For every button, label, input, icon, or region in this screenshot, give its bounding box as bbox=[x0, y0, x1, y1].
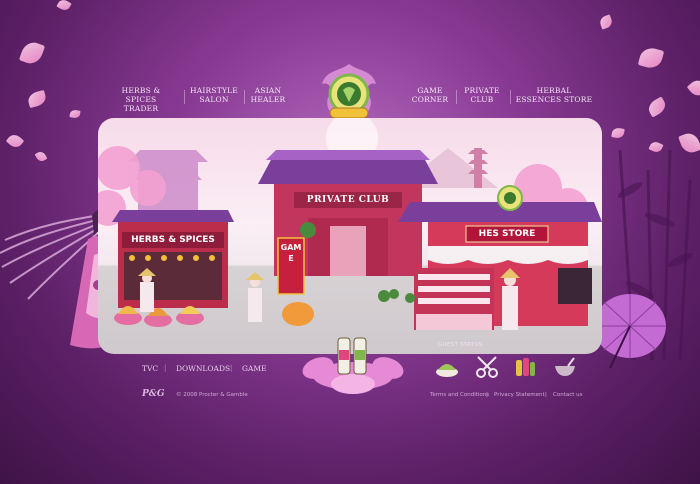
footer-link-downloads[interactable]: DOWNLOADS bbox=[176, 364, 230, 373]
privacy-link[interactable]: Privacy Statement bbox=[494, 392, 545, 398]
market-scene: PRIVATE CLUB HERBS & SPICES GAME HES STO… bbox=[98, 118, 602, 354]
footer-divider: | bbox=[486, 392, 488, 398]
product-flower-ornament[interactable] bbox=[298, 332, 408, 394]
scissors-icon[interactable] bbox=[474, 354, 500, 380]
page: HERBS & SPICES TRADER HAIRSTYLE SALON AS… bbox=[0, 0, 700, 484]
petal-decoration bbox=[611, 127, 625, 139]
petal-decoration bbox=[69, 109, 81, 119]
nav-private-club[interactable]: PRIVATE CLUB bbox=[462, 86, 502, 104]
nav-label: TRADER bbox=[123, 104, 159, 113]
nav-label: HAIRSTYLE bbox=[190, 86, 238, 95]
herbs-spices-sign[interactable]: HERBS & SPICES bbox=[122, 232, 224, 248]
nav-divider bbox=[244, 90, 245, 104]
private-club-sign[interactable]: PRIVATE CLUB bbox=[294, 192, 402, 208]
footer-link-game[interactable]: GAME bbox=[242, 364, 267, 373]
footer-divider: | bbox=[164, 364, 167, 372]
nav-label: HEALER bbox=[250, 95, 286, 104]
nav-label: ESSENCES STORE bbox=[515, 95, 593, 104]
petal-decoration bbox=[18, 39, 46, 67]
parasol-decoration bbox=[594, 294, 666, 368]
petal-decoration bbox=[686, 76, 700, 100]
game-sign[interactable]: GAME bbox=[278, 242, 304, 264]
nav-label: PRIVATE bbox=[464, 86, 500, 95]
nav-label: CLUB bbox=[470, 95, 494, 104]
petal-decoration bbox=[5, 131, 25, 151]
nav-label: SALON bbox=[199, 95, 229, 104]
petal-decoration bbox=[637, 45, 665, 71]
nav-herbs-spices-trader[interactable]: HERBS & SPICES TRADER bbox=[106, 86, 176, 113]
nav-label: GAME bbox=[417, 86, 443, 95]
nav-divider bbox=[510, 90, 511, 104]
footer-divider: | bbox=[230, 364, 233, 372]
nav-hairstyle-salon[interactable]: HAIRSTYLE SALON bbox=[188, 86, 240, 104]
petal-decoration bbox=[598, 14, 614, 30]
nav-label: HERBS & SPICES bbox=[121, 86, 161, 104]
mortar-bowl-icon[interactable] bbox=[552, 354, 578, 380]
petal-decoration bbox=[34, 149, 48, 164]
nav-divider bbox=[456, 90, 457, 104]
nav-herbal-essences-store[interactable]: HERBAL ESSENCES STORE bbox=[514, 86, 594, 104]
petal-decoration bbox=[645, 96, 669, 118]
nav-label: CORNER bbox=[411, 95, 449, 104]
herb-bowl-icon[interactable] bbox=[434, 354, 460, 380]
petal-decoration bbox=[26, 89, 48, 109]
potion-bottles-icon[interactable] bbox=[512, 354, 538, 380]
footer-divider: | bbox=[545, 392, 547, 398]
nav-label: HERBAL bbox=[536, 86, 572, 95]
guest-status-label: GUEST STATUS bbox=[438, 342, 483, 348]
copyright-text: © 2008 Procter & Gamble bbox=[176, 392, 248, 398]
pg-logo[interactable]: P&G bbox=[142, 389, 165, 399]
contact-link[interactable]: Contact us bbox=[553, 392, 583, 398]
nav-game-corner[interactable]: GAME CORNER bbox=[410, 86, 450, 104]
footer-link-tvc[interactable]: TVC bbox=[142, 364, 158, 373]
nav-divider bbox=[184, 90, 185, 104]
nav-asian-healer[interactable]: ASIAN HEALER bbox=[248, 86, 288, 104]
nav-label: ASIAN bbox=[254, 86, 282, 95]
terms-link[interactable]: Terms and Conditions bbox=[430, 392, 489, 398]
petal-decoration bbox=[56, 0, 72, 13]
hes-store-sign[interactable]: HES STORE bbox=[466, 226, 548, 242]
